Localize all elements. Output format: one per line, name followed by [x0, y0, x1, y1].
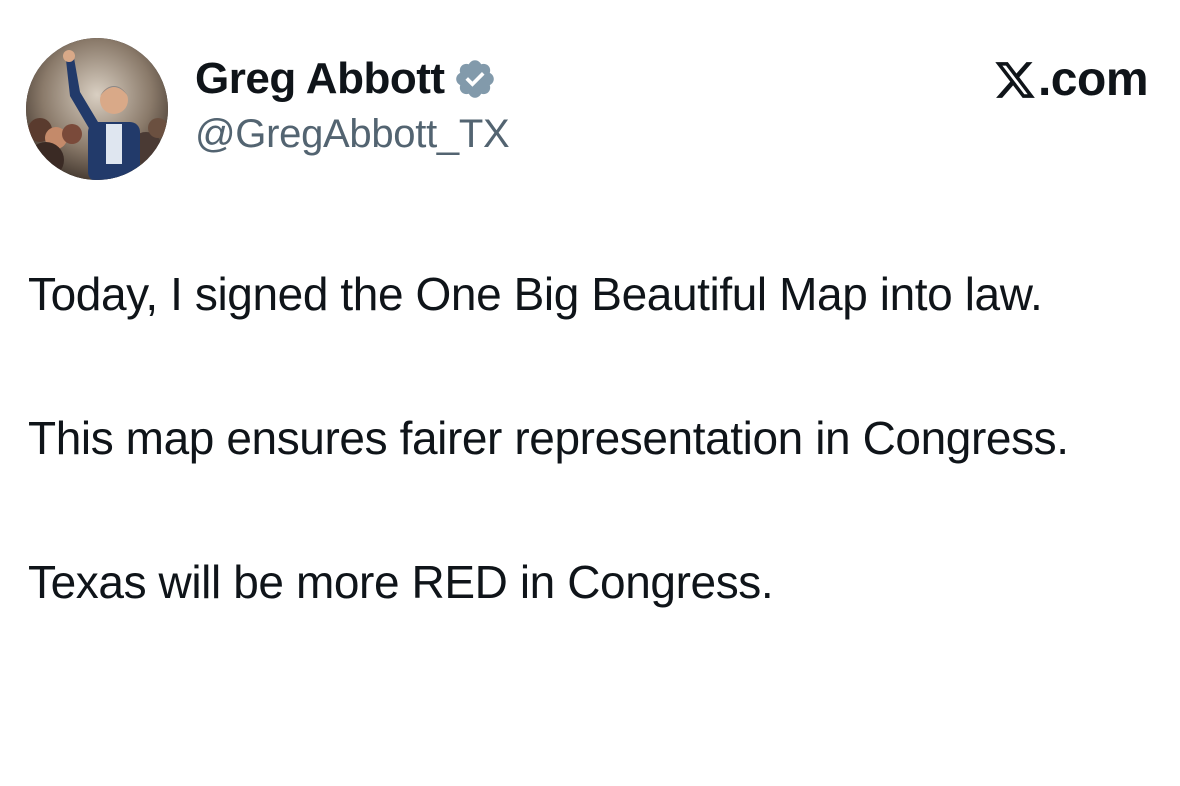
tweet-paragraph: This map ensures fairer representation i… [28, 412, 1069, 464]
tweet-paragraph: Today, I signed the One Big Beautiful Ma… [28, 268, 1043, 320]
author-name-row: Greg Abbott [195, 50, 497, 108]
display-name[interactable]: Greg Abbott [195, 54, 445, 104]
verified-badge-icon [455, 60, 494, 98]
avatar[interactable] [26, 38, 168, 180]
x-logo-icon [995, 61, 1035, 98]
brand-mark: .com [993, 52, 1149, 107]
brand-label: .com [1037, 53, 1149, 106]
tweet-text: Today, I signed the One Big Beautiful Ma… [28, 258, 1148, 618]
tweet-paragraph: Texas will be more RED in Congress. [28, 556, 774, 608]
author-handle[interactable]: @GregAbbott_TX [195, 112, 510, 157]
profile-photo [26, 38, 168, 180]
